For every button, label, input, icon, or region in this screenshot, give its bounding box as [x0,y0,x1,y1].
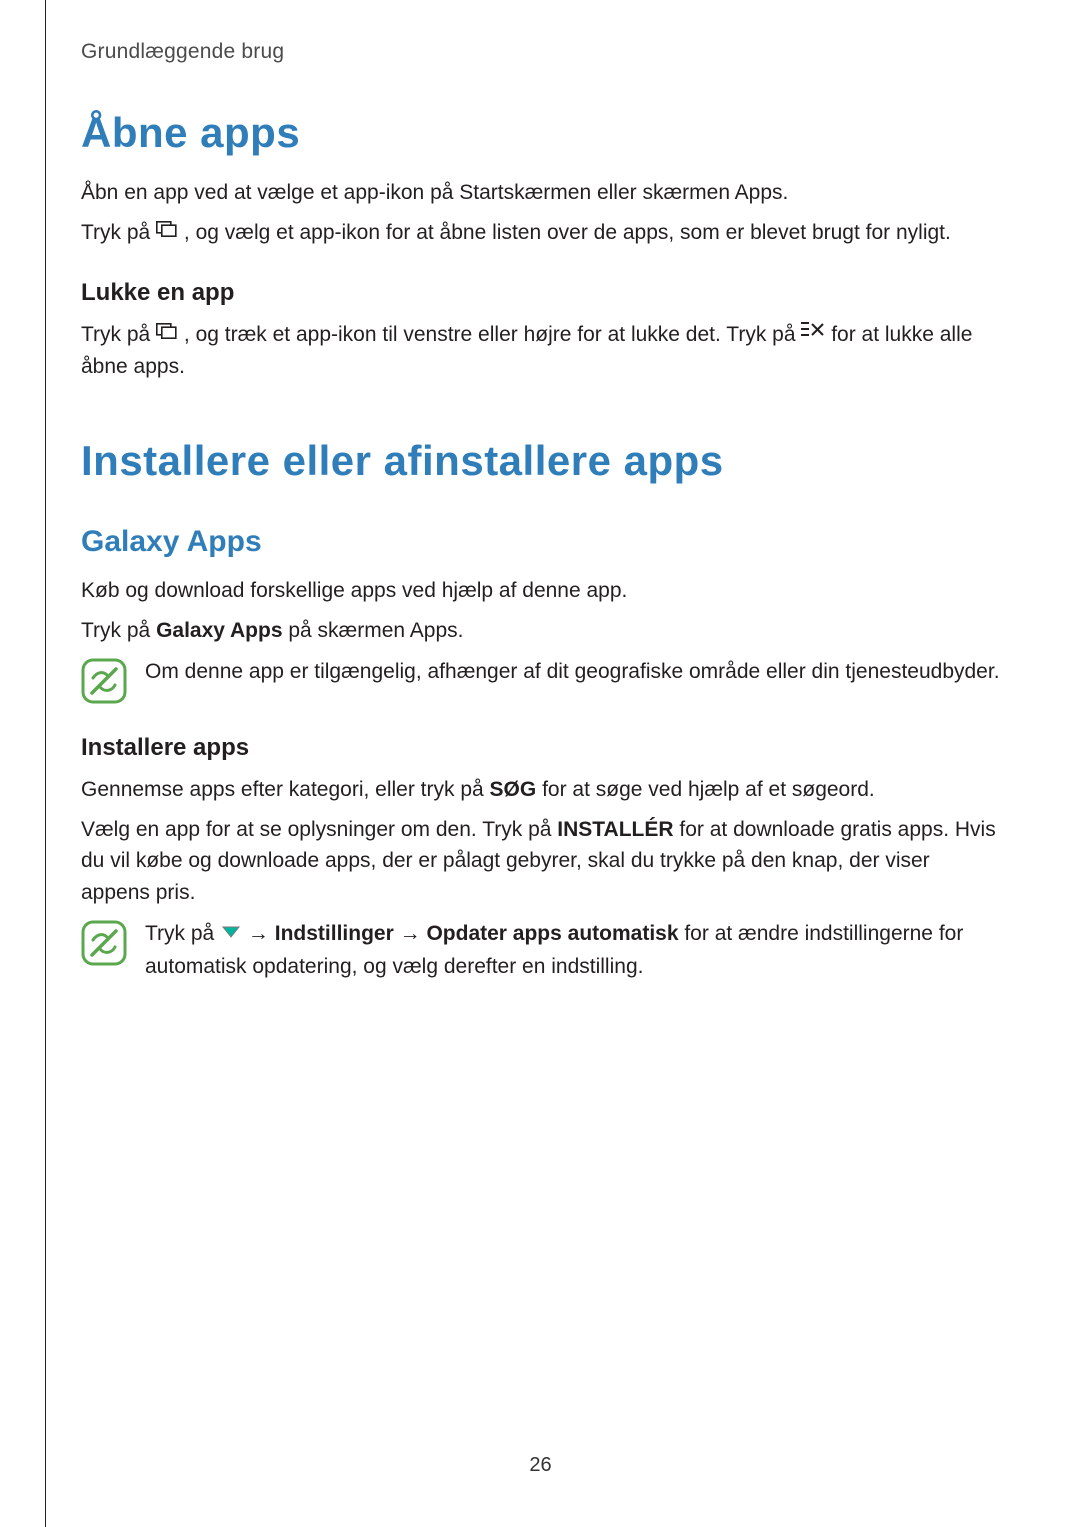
recent-apps-icon [156,215,178,247]
subheading-close-app: Lukke en app [81,279,1000,307]
section-title-install-apps: Installere eller afinstallere apps [81,437,1000,485]
text-bold: INSTALLÉR [557,818,673,841]
body-paragraph: Tryk på , og vælg et app-ikon for at åbn… [81,217,1000,249]
text-bold: Indstillinger [275,922,394,945]
text-fragment: Tryk på [81,323,156,346]
body-paragraph: Åbn en app ved at vælge et app-ikon på S… [81,177,1000,209]
arrow-text: → [394,922,427,945]
text-bold: Opdater apps automatisk [426,922,678,945]
subtitle-galaxy-apps: Galaxy Apps [81,525,1000,559]
note-block: Tryk på → Indstillinger → Opdater apps a… [81,918,1000,982]
section-title-open-apps: Åbne apps [81,109,1000,157]
text-fragment: Gennemse apps efter kategori, eller tryk… [81,778,490,801]
manual-page: Grundlæggende brug Åbne apps Åbn en app … [45,0,1035,1527]
arrow-text: → [248,922,275,945]
page-number: 26 [46,1454,1035,1477]
text-fragment: Tryk på [81,221,156,244]
breadcrumb: Grundlæggende brug [81,40,1000,64]
text-bold: Galaxy Apps [156,619,282,642]
dropdown-arrow-icon [220,917,242,949]
note-icon [81,920,127,966]
text-fragment: for at søge ved hjælp af et søgeord. [536,778,875,801]
subheading-install-apps: Installere apps [81,734,1000,762]
text-fragment: , og træk et app-ikon til venstre eller … [184,323,801,346]
text-fragment: Vælg en app for at se oplysninger om den… [81,818,557,841]
recent-apps-icon [156,317,178,349]
note-block: Om denne app er tilgængelig, afhænger af… [81,656,1000,704]
text-bold: SØG [490,778,537,801]
body-paragraph: Gennemse apps efter kategori, eller tryk… [81,774,1000,806]
text-fragment: Tryk på [145,922,220,945]
note-icon [81,658,127,704]
body-paragraph: Tryk på Galaxy Apps på skærmen Apps. [81,615,1000,647]
text-fragment: Tryk på [81,619,156,642]
body-paragraph: Vælg en app for at se oplysninger om den… [81,814,1000,909]
text-fragment: på skærmen Apps. [283,619,464,642]
note-text: Tryk på → Indstillinger → Opdater apps a… [145,918,1000,982]
body-paragraph: Køb og download forskellige apps ved hjæ… [81,575,1000,607]
note-text: Om denne app er tilgængelig, afhænger af… [145,656,1000,688]
body-paragraph: Tryk på , og træk et app-ikon til venstr… [81,319,1000,383]
close-all-icon [801,317,825,349]
text-fragment: , og vælg et app-ikon for at åbne listen… [184,221,951,244]
